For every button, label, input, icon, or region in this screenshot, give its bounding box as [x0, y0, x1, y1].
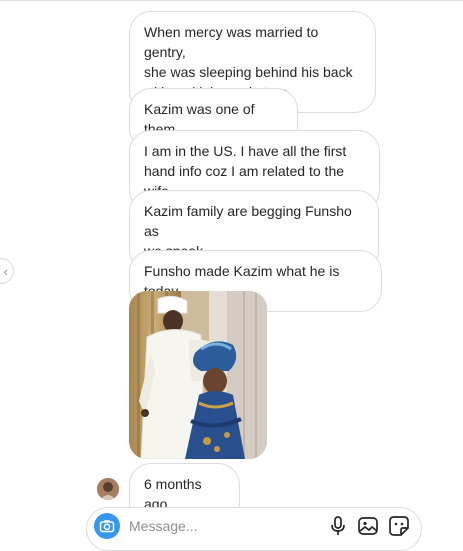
message-input[interactable] — [129, 516, 309, 536]
chevron-left-icon[interactable]: ‹ — [0, 258, 14, 284]
avatar-image — [97, 478, 119, 500]
image-icon[interactable] — [357, 515, 379, 537]
top-divider — [0, 0, 463, 1]
couple-photo-image — [129, 291, 267, 459]
shared-photo[interactable] — [129, 291, 267, 459]
avatar[interactable] — [97, 478, 119, 500]
camera-button[interactable] — [94, 513, 120, 539]
microphone-icon[interactable] — [327, 515, 349, 537]
message-composer — [86, 507, 422, 551]
camera-icon — [99, 520, 115, 533]
sticker-icon[interactable] — [388, 515, 410, 537]
